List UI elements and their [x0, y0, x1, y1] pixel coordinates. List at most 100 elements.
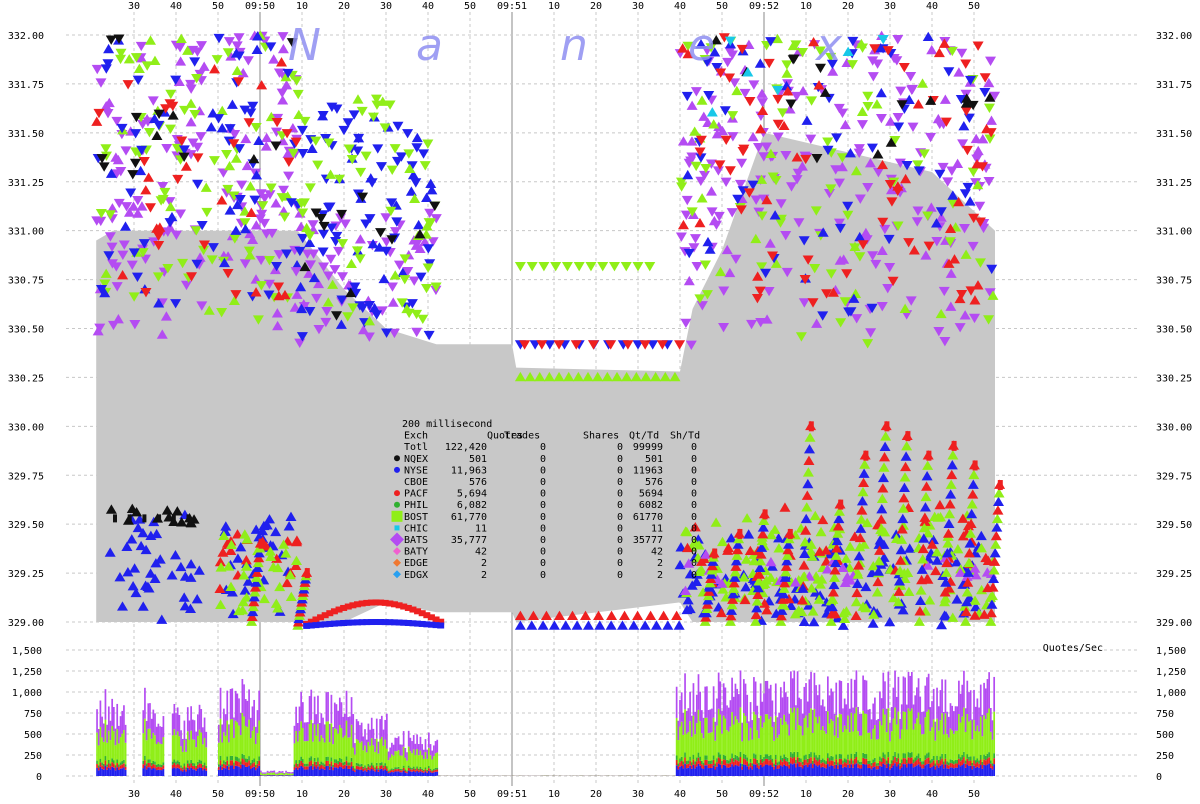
quote-rate-bar — [728, 760, 730, 763]
quote-rate-bar — [943, 764, 945, 768]
legend-cell: 11 — [475, 523, 487, 534]
quote-rate-bar — [384, 766, 386, 769]
ask-quote-marker — [175, 209, 186, 218]
quote-rate-bar — [830, 760, 832, 765]
quote-rate-bar — [898, 764, 900, 776]
quote-rate-bar — [263, 774, 265, 775]
quote-rate-bar — [736, 719, 738, 756]
quote-rate-bar — [156, 770, 158, 776]
quote-rate-bar — [352, 732, 354, 747]
ask-quote-marker — [297, 149, 308, 158]
quote-rate-bar — [146, 766, 148, 769]
quote-rate-bar — [118, 764, 120, 767]
quote-rate-bar — [931, 727, 933, 758]
quote-rate-bar — [184, 769, 186, 776]
pacf-quote-marker — [863, 451, 868, 461]
quote-rate-bar — [960, 766, 962, 776]
quote-rate-bar — [252, 763, 254, 767]
quote-rate-bar — [331, 757, 333, 761]
quote-rate-bar — [876, 720, 878, 740]
quote-rate-bar — [741, 764, 743, 767]
quote-rate-bar — [719, 754, 721, 759]
quote-rate-bar — [373, 729, 375, 745]
quote-rate-bar — [121, 764, 123, 768]
quote-rate-bar — [893, 760, 895, 765]
quote-rate-bar — [322, 738, 324, 762]
quote-rate-bar — [894, 757, 896, 763]
quote-rate-bar — [180, 765, 182, 767]
quote-rate-bar — [714, 764, 716, 767]
quote-rate-bar — [693, 683, 695, 715]
quote-rate-bar — [778, 765, 780, 769]
bid-quote-marker — [181, 161, 192, 170]
quote-rate-bar — [740, 752, 742, 757]
ask-quote-marker — [390, 144, 401, 153]
quote-rate-bar — [966, 765, 968, 776]
quote-rate-bar — [152, 764, 154, 768]
quote-rate-bar — [331, 766, 333, 776]
ask-quote-marker — [148, 96, 159, 105]
ask-quote-marker — [380, 213, 391, 222]
time-tick-label-bottom: 50 — [212, 789, 224, 800]
quote-rate-bar — [258, 691, 260, 721]
legend-cell: 2 — [657, 570, 663, 581]
ask-quote-marker — [130, 159, 141, 168]
quote-rate-bar — [916, 687, 918, 718]
quote-rate-bar — [344, 714, 346, 736]
quote-rate-bar — [871, 766, 873, 769]
quote-rate-bar — [676, 755, 678, 759]
quote-rate-bar — [921, 712, 923, 734]
time-tick-label-bottom: 30 — [128, 789, 140, 800]
quote-rate-bar — [851, 758, 853, 764]
quote-rate-bar — [257, 710, 259, 733]
quote-rate-bar — [332, 770, 334, 776]
quote-rate-bar — [684, 673, 686, 709]
quote-rate-bar — [305, 764, 307, 767]
quote-rate-bar — [904, 758, 906, 764]
quote-rate-bar — [763, 757, 765, 761]
quote-rate-bar — [802, 765, 804, 769]
quote-rate-bar — [110, 769, 112, 776]
quote-rate-bar — [716, 698, 718, 725]
quote-rate-bar — [364, 729, 366, 745]
quote-rate-bar — [978, 760, 980, 763]
quote-rate-bar — [142, 761, 144, 764]
quote-rate-bar — [835, 759, 837, 765]
ask-quote-marker — [925, 133, 936, 142]
quote-rate-bar — [822, 758, 824, 762]
time-tick-label-top: 40 — [926, 1, 938, 12]
ask-quote-marker — [872, 60, 883, 69]
bid-quote-marker — [560, 620, 571, 629]
quote-rate-bar — [691, 765, 693, 769]
bid-quote-marker — [281, 80, 292, 89]
quote-rate-bar — [819, 760, 821, 765]
quote-rate-bar — [898, 753, 900, 758]
watermark-letter: a — [416, 20, 443, 71]
time-tick-label-top: 09:50 — [245, 1, 275, 12]
quote-rate-bar — [289, 773, 291, 775]
quote-rate-bar — [184, 766, 186, 769]
ask-quote-marker — [960, 189, 971, 198]
quote-rate-bar — [294, 764, 296, 767]
pacf-quote-marker — [763, 509, 768, 519]
quote-rate-bar — [98, 765, 100, 767]
quote-rate-bar — [723, 755, 725, 760]
quote-rate-bar — [236, 694, 238, 723]
quote-rate-bar — [158, 724, 160, 742]
quote-rate-bar — [304, 741, 306, 763]
quote-rate-bar — [292, 772, 294, 773]
bid-quote-marker — [572, 620, 583, 629]
quote-rate-bar — [824, 760, 826, 763]
quote-rate-bar — [185, 752, 187, 768]
quote-rate-bar — [990, 764, 992, 768]
quote-rate-bar — [158, 742, 160, 764]
ask-quote-marker — [644, 262, 655, 271]
legend-cell: PACF — [404, 489, 428, 500]
ask-quote-marker — [893, 113, 904, 122]
quote-rate-bar — [809, 713, 811, 754]
quote-rate-bar — [914, 724, 916, 758]
quote-rate-bar — [190, 706, 192, 730]
quote-rate-bar — [373, 745, 375, 765]
quote-rate-bar — [785, 761, 787, 766]
quote-rate-bar — [820, 760, 822, 764]
